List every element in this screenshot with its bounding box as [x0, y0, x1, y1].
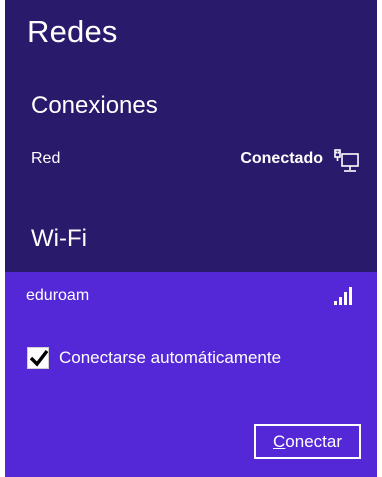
connection-status: Conectado — [240, 150, 323, 167]
connection-item-red[interactable]: Red Conectado — [31, 148, 361, 172]
connection-name: Red — [31, 150, 61, 167]
auto-connect-label: Conectarse automáticamente — [59, 348, 282, 367]
connect-button[interactable]: Conectar — [254, 424, 361, 459]
wired-network-icon — [334, 149, 359, 172]
connect-button-label: onectar — [285, 431, 342, 451]
checkmark-icon — [29, 349, 49, 367]
wifi-network-item[interactable]: eduroam Conectarse automáticamente Conec… — [5, 272, 377, 477]
signal-strength-icon — [334, 287, 352, 305]
wifi-heading: Wi-Fi — [31, 225, 87, 252]
panel-title: Redes — [27, 14, 118, 49]
networks-panel: Redes Conexiones Red Conectado Wi-Fi edu… — [5, 0, 377, 477]
auto-connect-checkbox[interactable] — [27, 347, 49, 369]
auto-connect-option[interactable]: Conectarse automáticamente — [27, 344, 281, 372]
connections-heading: Conexiones — [31, 92, 158, 119]
wifi-network-name: eduroam — [26, 287, 90, 304]
connect-button-accel: C — [273, 431, 286, 451]
